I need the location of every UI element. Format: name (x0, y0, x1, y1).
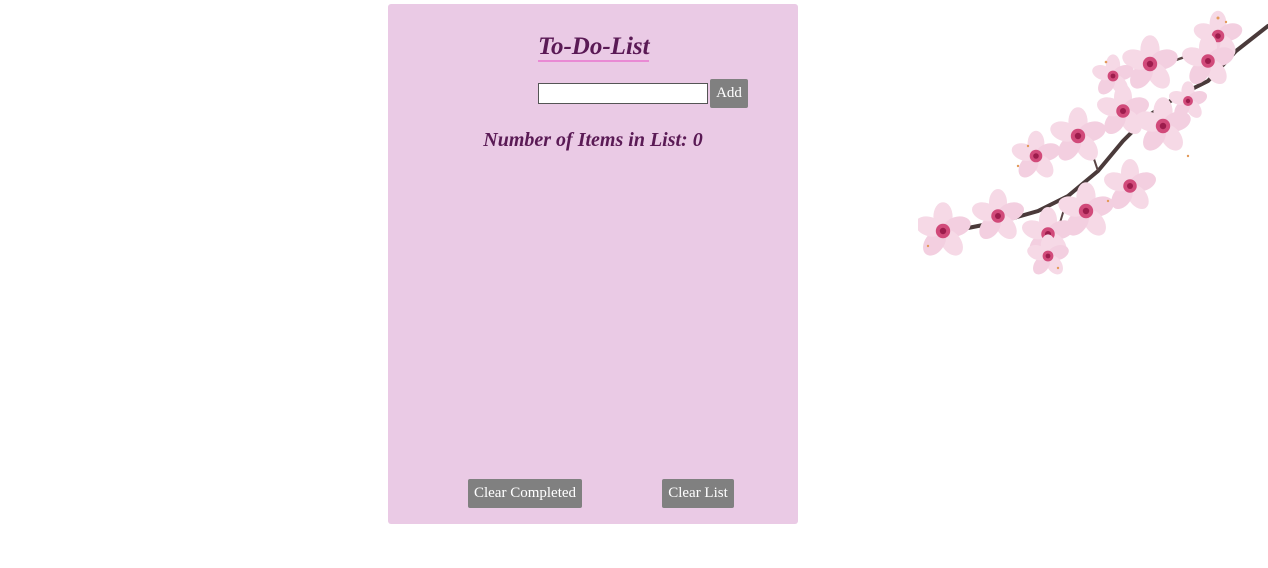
item-count: Number of Items in List: 0 (388, 126, 798, 154)
cherry-blossom-image (918, 10, 1268, 278)
title-underline (538, 60, 649, 62)
add-button[interactable]: Add (710, 79, 748, 108)
clear-completed-button[interactable]: Clear Completed (468, 479, 582, 508)
task-input[interactable] (538, 83, 708, 104)
item-count-label: Number of Items in List: (483, 129, 693, 151)
clear-list-button[interactable]: Clear List (662, 479, 734, 508)
page-title: To-Do-List (538, 33, 650, 60)
todo-list (428, 164, 758, 464)
item-count-value: 0 (692, 129, 703, 151)
todo-panel: To-Do-List Add Number of Items in List: … (388, 4, 798, 524)
